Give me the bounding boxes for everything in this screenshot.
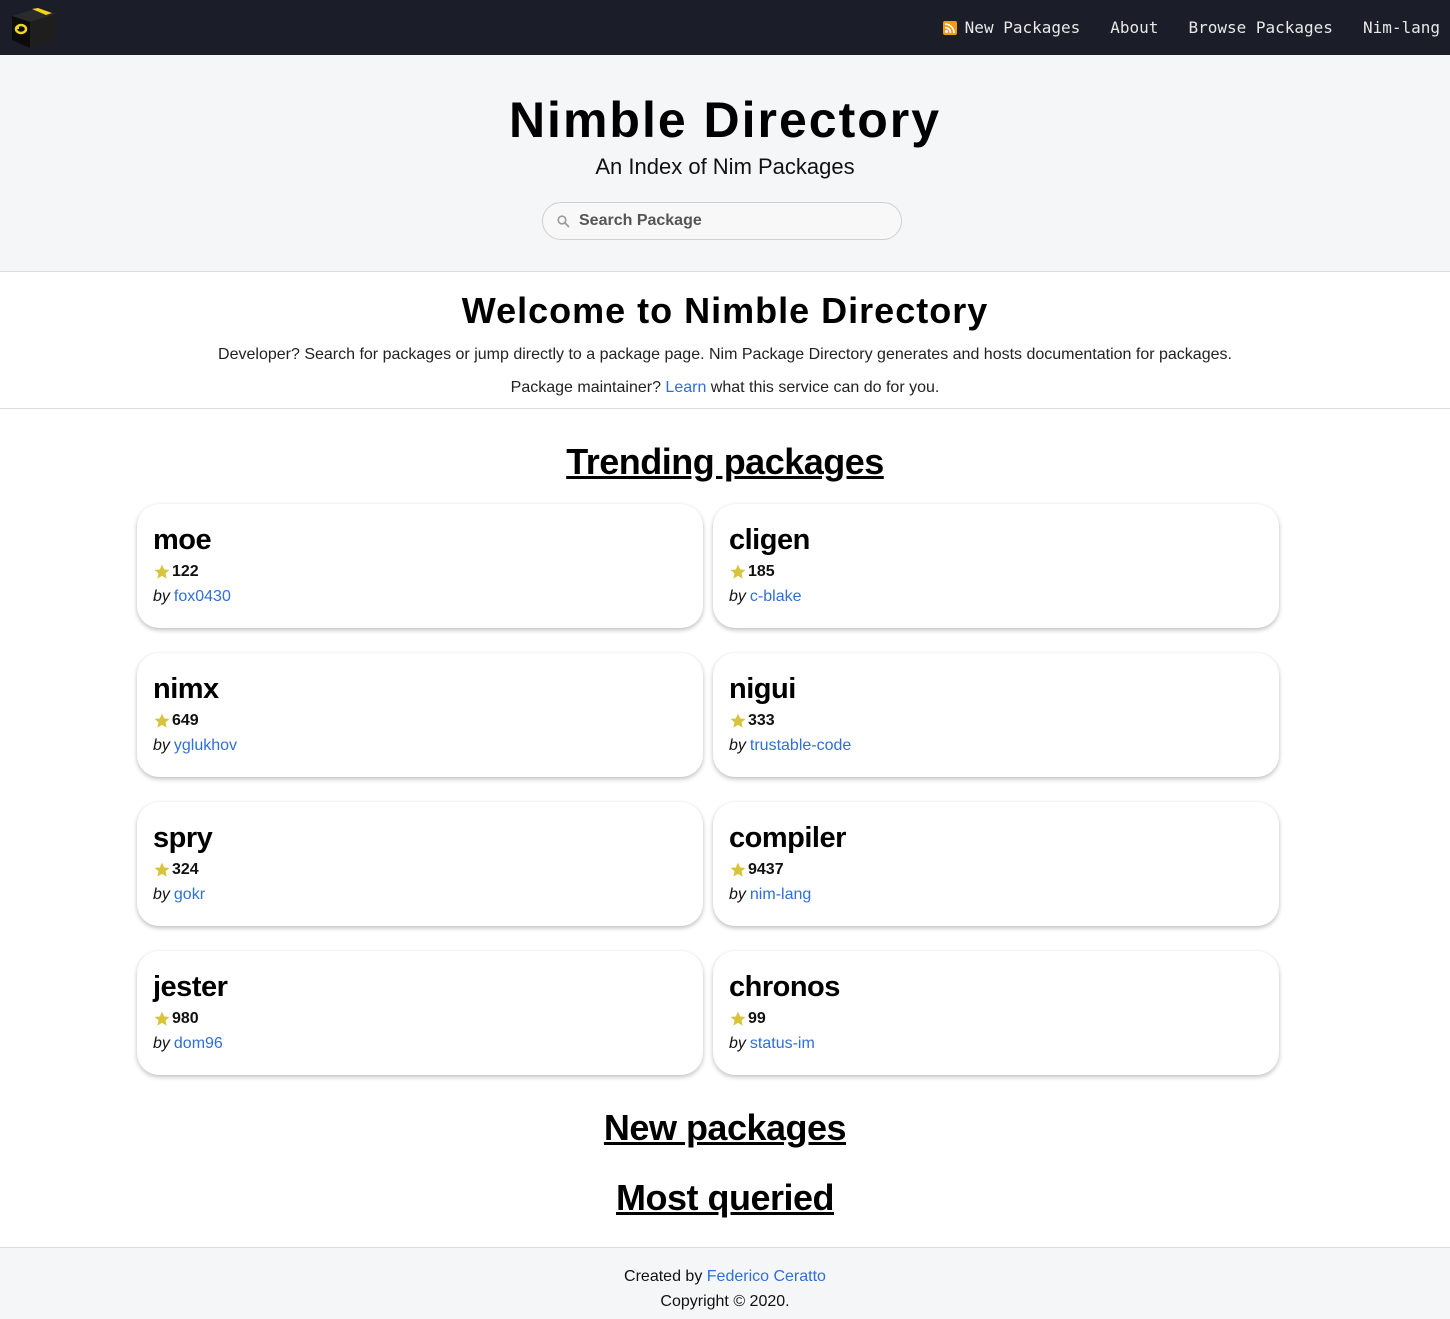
- package-card[interactable]: spry 324 by gokr: [137, 802, 703, 926]
- package-name[interactable]: moe: [153, 524, 212, 557]
- package-author-link[interactable]: c-blake: [750, 588, 802, 605]
- package-stars: 9437: [729, 861, 784, 879]
- search-input[interactable]: [579, 212, 879, 230]
- package-stars: 649: [153, 712, 199, 730]
- star-count: 649: [172, 712, 199, 729]
- package-name[interactable]: compiler: [729, 822, 846, 855]
- by-label: by: [729, 737, 746, 754]
- package-stars: 99: [729, 1010, 766, 1028]
- package-author-link[interactable]: trustable-code: [750, 737, 851, 754]
- package-card[interactable]: cligen 185 by c-blake: [713, 504, 1279, 628]
- package-name[interactable]: spry: [153, 822, 213, 855]
- star-icon: [154, 1011, 170, 1026]
- package-card[interactable]: moe 122 by fox0430: [137, 504, 703, 628]
- package-author-link[interactable]: status-im: [750, 1035, 815, 1052]
- package-author-link[interactable]: dom96: [174, 1035, 223, 1052]
- search-box[interactable]: [542, 202, 902, 240]
- footer: Created by Federico Ceratto Copyright © …: [0, 1247, 1450, 1319]
- nav-nim-lang[interactable]: Nim-lang: [1363, 18, 1440, 37]
- star-count: 333: [748, 712, 775, 729]
- by-label: by: [729, 1035, 746, 1052]
- package-stars: 185: [729, 563, 775, 581]
- nimble-logo-icon[interactable]: [8, 4, 60, 50]
- by-label: by: [153, 886, 170, 903]
- main-nav: New Packages About Browse Packages Nim-l…: [942, 0, 1440, 55]
- package-author-link[interactable]: gokr: [174, 886, 205, 903]
- star-count: 99: [748, 1010, 766, 1027]
- welcome-developer-text: Developer? Search for packages or jump d…: [218, 346, 1232, 363]
- star-icon: [154, 564, 170, 579]
- nav-browse-packages[interactable]: Browse Packages: [1188, 18, 1333, 37]
- star-count: 980: [172, 1010, 199, 1027]
- package-author-line: by trustable-code: [729, 737, 851, 755]
- new-packages-heading[interactable]: New packages: [0, 1107, 1450, 1149]
- by-label: by: [729, 886, 746, 903]
- search-icon: [557, 214, 570, 228]
- package-card[interactable]: nimx 649 by yglukhov: [137, 653, 703, 777]
- star-icon: [730, 862, 746, 877]
- by-label: by: [153, 588, 170, 605]
- trending-packages-heading[interactable]: Trending packages: [0, 441, 1450, 483]
- nav-nim-lang-label: Nim-lang: [1362, 18, 1440, 37]
- package-stars: 324: [153, 861, 199, 879]
- package-name[interactable]: cligen: [729, 524, 810, 557]
- star-icon: [154, 713, 170, 728]
- star-count: 122: [172, 563, 199, 580]
- package-name[interactable]: nigui: [729, 673, 796, 706]
- by-label: by: [729, 588, 746, 605]
- package-stars: 122: [153, 563, 199, 581]
- package-name[interactable]: jester: [153, 971, 228, 1004]
- package-author-line: by status-im: [729, 1035, 815, 1053]
- page-title: Nimble Directory: [508, 92, 942, 148]
- package-author-line: by gokr: [153, 886, 205, 904]
- maintainer-text-after: what this service can do for you.: [706, 379, 940, 396]
- nav-new-packages[interactable]: New Packages: [942, 18, 1081, 37]
- package-author-link[interactable]: nim-lang: [750, 886, 811, 903]
- package-card[interactable]: jester 980 by dom96: [137, 951, 703, 1075]
- star-icon: [154, 862, 170, 877]
- footer-copyright: Copyright © 2020.: [660, 1293, 790, 1310]
- package-author-line: by c-blake: [729, 588, 801, 606]
- page-subtitle: An Index of Nim Packages: [595, 154, 855, 179]
- package-stars: 333: [729, 712, 775, 730]
- package-author-line: by dom96: [153, 1035, 223, 1053]
- package-name[interactable]: nimx: [153, 673, 219, 706]
- package-author-link[interactable]: yglukhov: [174, 737, 237, 754]
- welcome-section: Welcome to Nimble Directory Developer? S…: [0, 272, 1450, 409]
- welcome-maintainer-text: Package maintainer? Learn what this serv…: [0, 379, 1450, 397]
- by-label: by: [153, 737, 170, 754]
- package-card[interactable]: compiler 9437 by nim-lang: [713, 802, 1279, 926]
- star-icon: [730, 564, 746, 579]
- most-queried-heading[interactable]: Most queried: [0, 1177, 1450, 1219]
- nav-about[interactable]: About: [1110, 18, 1158, 37]
- package-stars: 980: [153, 1010, 199, 1028]
- by-label: by: [153, 1035, 170, 1052]
- package-name[interactable]: chronos: [729, 971, 840, 1004]
- welcome-title: Welcome to Nimble Directory: [461, 290, 989, 331]
- footer-created-by: Created by: [624, 1268, 707, 1285]
- package-card[interactable]: nigui 333 by trustable-code: [713, 653, 1279, 777]
- package-author-line: by nim-lang: [729, 886, 811, 904]
- star-icon: [730, 713, 746, 728]
- nav-about-label: About: [1110, 18, 1159, 37]
- learn-link[interactable]: Learn: [665, 379, 706, 396]
- nav-new-packages-label: New Packages: [964, 18, 1081, 37]
- maintainer-text-before: Package maintainer?: [510, 379, 666, 396]
- star-count: 9437: [748, 861, 784, 878]
- top-navbar: New Packages About Browse Packages Nim-l…: [0, 0, 1450, 55]
- footer-author-link[interactable]: Federico Ceratto: [707, 1268, 826, 1285]
- package-author-line: by fox0430: [153, 588, 231, 606]
- package-card[interactable]: chronos 99 by status-im: [713, 951, 1279, 1075]
- star-icon: [730, 1011, 746, 1026]
- hero-section: Nimble Directory An Index of Nim Package…: [0, 55, 1450, 272]
- star-count: 185: [748, 563, 775, 580]
- star-count: 324: [172, 861, 199, 878]
- footer-credit: Created by Federico Ceratto: [0, 1268, 1450, 1286]
- trending-packages-grid: moe 122 by fox0430 cligen 185 by c-blake nimx 649…: [137, 504, 1279, 1075]
- rss-icon: [942, 20, 957, 35]
- nav-browse-packages-label: Browse Packages: [1188, 18, 1333, 37]
- package-author-line: by yglukhov: [153, 737, 237, 755]
- package-author-link[interactable]: fox0430: [174, 588, 231, 605]
